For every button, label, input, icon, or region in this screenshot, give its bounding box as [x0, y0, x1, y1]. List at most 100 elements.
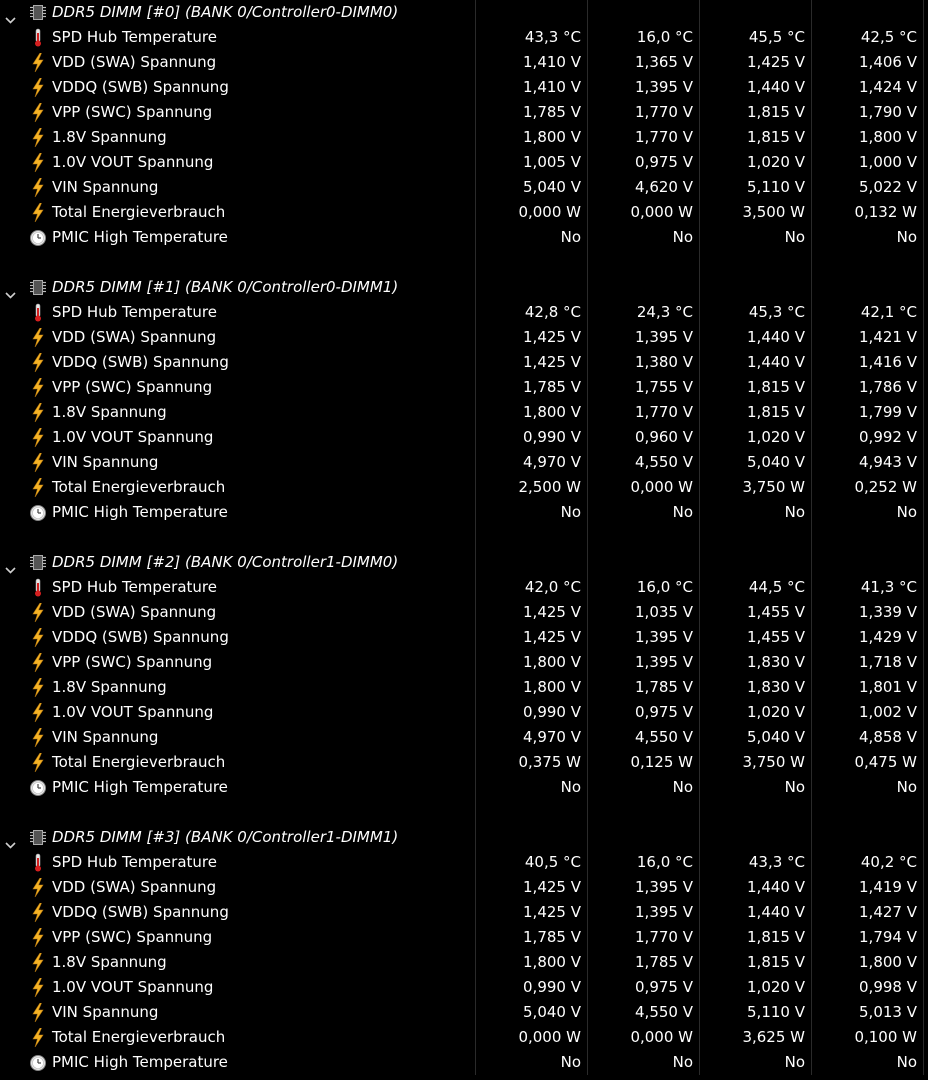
- sensor-value: 1,800 V: [523, 128, 581, 146]
- sensor-label: SPD Hub Temperature: [52, 28, 217, 46]
- sensor-row[interactable]: PMIC High Temperature No No No No: [0, 500, 928, 525]
- sensor-value: 4,970 V: [523, 728, 581, 746]
- sensor-row[interactable]: 1.0V VOUT Spannung 0,990 V 0,975 V 1,020 V 1…: [0, 700, 928, 725]
- sensor-value: No: [560, 1053, 581, 1071]
- clock-gauge-icon: [29, 778, 47, 797]
- sensor-row[interactable]: 1.0V VOUT Spannung 1,005 V 0,975 V 1,020 V 1…: [0, 150, 928, 175]
- sensor-value: 42,1 °C: [860, 303, 917, 321]
- sensor-label: PMIC High Temperature: [52, 228, 228, 246]
- lightning-bolt-icon: [29, 702, 47, 723]
- group-header[interactable]: DDR5 DIMM [#1] (BANK 0/Controller0-DIMM1…: [0, 275, 928, 300]
- sensor-row[interactable]: 1.8V Spannung 1,800 V 1,770 V 1,815 V 1,799 …: [0, 400, 928, 425]
- lightning-bolt-icon: [29, 727, 47, 748]
- sensor-row[interactable]: VDD (SWA) Spannung 1,425 V 1,395 V 1,440 V 1…: [0, 875, 928, 900]
- sensor-row[interactable]: VPP (SWC) Spannung 1,785 V 1,770 V 1,815 V 1…: [0, 100, 928, 125]
- sensor-value: 5,110 V: [747, 1003, 805, 1021]
- sensor-row[interactable]: 1.0V VOUT Spannung 0,990 V 0,975 V 1,020 V 0…: [0, 975, 928, 1000]
- sensor-row[interactable]: Total Energieverbrauch 0,375 W 0,125 W 3,75…: [0, 750, 928, 775]
- sensor-table: DDR5 DIMM [#0] (BANK 0/Controller0-DIMM0…: [0, 0, 928, 1075]
- sensor-value: No: [896, 503, 917, 521]
- sensor-row[interactable]: PMIC High Temperature No No No No: [0, 1050, 928, 1075]
- sensor-value: 1,395 V: [635, 328, 693, 346]
- sensor-row[interactable]: VDD (SWA) Spannung 1,425 V 1,035 V 1,455 V 1…: [0, 600, 928, 625]
- sensor-value: 4,970 V: [523, 453, 581, 471]
- lightning-bolt-icon: [29, 202, 47, 223]
- sensor-row[interactable]: VDDQ (SWB) Spannung 1,425 V 1,380 V 1,440 V…: [0, 350, 928, 375]
- sensor-label: 1.8V Spannung: [52, 953, 167, 971]
- sensor-label: VDD (SWA) Spannung: [52, 53, 217, 71]
- sensor-row[interactable]: VPP (SWC) Spannung 1,800 V 1,395 V 1,830 V 1…: [0, 650, 928, 675]
- sensor-value: 1,424 V: [859, 78, 917, 96]
- sensor-row[interactable]: VDD (SWA) Spannung 1,410 V 1,365 V 1,425 V 1…: [0, 50, 928, 75]
- thermometer-icon: [29, 578, 47, 597]
- group-title: DDR5 DIMM [#1] (BANK 0/Controller0-DIMM1…: [52, 278, 399, 296]
- sensor-value: 1,785 V: [523, 378, 581, 396]
- lightning-bolt-icon: [29, 52, 47, 73]
- sensor-value: 0,125 W: [630, 753, 693, 771]
- sensor-value: 1,794 V: [859, 928, 917, 946]
- sensor-value: 1,785 V: [523, 928, 581, 946]
- sensor-value: 1,770 V: [635, 928, 693, 946]
- sensor-row[interactable]: Total Energieverbrauch 0,000 W 0,000 W 3,62…: [0, 1025, 928, 1050]
- chevron-down-icon[interactable]: [5, 558, 16, 574]
- sensor-row[interactable]: VPP (SWC) Spannung 1,785 V 1,770 V 1,815 V 1…: [0, 925, 928, 950]
- sensor-value: 4,858 V: [859, 728, 917, 746]
- sensor-row[interactable]: 1.8V Spannung 1,800 V 1,785 V 1,815 V 1,800 …: [0, 950, 928, 975]
- sensor-value: 1,770 V: [635, 128, 693, 146]
- sensor-row[interactable]: VIN Spannung 5,040 V 4,620 V 5,110 V 5,022 V: [0, 175, 928, 200]
- sensor-label: VDD (SWA) Spannung: [52, 328, 217, 346]
- sensor-group: DDR5 DIMM [#1] (BANK 0/Controller0-DIMM1…: [0, 275, 928, 550]
- chevron-down-icon[interactable]: [5, 8, 16, 24]
- sensor-value: 1,815 V: [747, 378, 805, 396]
- sensor-value: 42,8 °C: [524, 303, 581, 321]
- sensor-value: 5,110 V: [747, 178, 805, 196]
- sensor-label: VDDQ (SWB) Spannung: [52, 353, 229, 371]
- sensor-row[interactable]: PMIC High Temperature No No No No: [0, 775, 928, 800]
- sensor-row[interactable]: 1.0V VOUT Spannung 0,990 V 0,960 V 1,020 V 0…: [0, 425, 928, 450]
- sensor-row[interactable]: SPD Hub Temperature 43,3 °C 16,0 °C 45,5 °C…: [0, 25, 928, 50]
- group-header[interactable]: DDR5 DIMM [#3] (BANK 0/Controller1-DIMM1…: [0, 825, 928, 850]
- sensor-value: 45,3 °C: [748, 303, 805, 321]
- sensor-label: 1.0V VOUT Spannung: [52, 428, 214, 446]
- sensor-value: 3,625 W: [742, 1028, 805, 1046]
- lightning-bolt-icon: [29, 1002, 47, 1023]
- sensor-group: DDR5 DIMM [#2] (BANK 0/Controller1-DIMM0…: [0, 550, 928, 825]
- sensor-row[interactable]: SPD Hub Temperature 42,0 °C 16,0 °C 44,5 °C…: [0, 575, 928, 600]
- sensor-row[interactable]: VDDQ (SWB) Spannung 1,425 V 1,395 V 1,440 V…: [0, 900, 928, 925]
- group-header[interactable]: DDR5 DIMM [#0] (BANK 0/Controller0-DIMM0…: [0, 0, 928, 25]
- sensor-row[interactable]: 1.8V Spannung 1,800 V 1,770 V 1,815 V 1,800 …: [0, 125, 928, 150]
- sensor-row[interactable]: VDDQ (SWB) Spannung 1,410 V 1,395 V 1,440 V…: [0, 75, 928, 100]
- sensor-label: 1.0V VOUT Spannung: [52, 153, 214, 171]
- sensor-row[interactable]: VPP (SWC) Spannung 1,785 V 1,755 V 1,815 V 1…: [0, 375, 928, 400]
- lightning-bolt-icon: [29, 1027, 47, 1048]
- sensor-value: No: [560, 503, 581, 521]
- lightning-bolt-icon: [29, 652, 47, 673]
- sensor-value: 16,0 °C: [636, 28, 693, 46]
- sensor-value: 42,5 °C: [860, 28, 917, 46]
- sensor-row[interactable]: PMIC High Temperature No No No No: [0, 225, 928, 250]
- sensor-label: SPD Hub Temperature: [52, 853, 217, 871]
- sensor-value: 1,800 V: [523, 953, 581, 971]
- sensor-value: 42,0 °C: [524, 578, 581, 596]
- sensor-row[interactable]: VDD (SWA) Spannung 1,425 V 1,395 V 1,440 V 1…: [0, 325, 928, 350]
- sensor-row[interactable]: VIN Spannung 4,970 V 4,550 V 5,040 V 4,858 V: [0, 725, 928, 750]
- sensor-value: 0,990 V: [523, 703, 581, 721]
- sensor-value: 1,800 V: [523, 678, 581, 696]
- sensor-row[interactable]: 1.8V Spannung 1,800 V 1,785 V 1,830 V 1,801 …: [0, 675, 928, 700]
- sensor-row[interactable]: Total Energieverbrauch 2,500 W 0,000 W 3,75…: [0, 475, 928, 500]
- thermometer-icon: [29, 28, 47, 47]
- sensor-value: 1,406 V: [859, 53, 917, 71]
- sensor-row[interactable]: SPD Hub Temperature 40,5 °C 16,0 °C 43,3 °C…: [0, 850, 928, 875]
- chevron-down-icon[interactable]: [5, 833, 16, 849]
- chevron-down-icon[interactable]: [5, 283, 16, 299]
- sensor-value: 4,550 V: [635, 453, 693, 471]
- group-header[interactable]: DDR5 DIMM [#2] (BANK 0/Controller1-DIMM0…: [0, 550, 928, 575]
- sensor-value: 5,022 V: [859, 178, 917, 196]
- sensor-row[interactable]: VDDQ (SWB) Spannung 1,425 V 1,395 V 1,455 V…: [0, 625, 928, 650]
- sensor-row[interactable]: VIN Spannung 4,970 V 4,550 V 5,040 V 4,943 V: [0, 450, 928, 475]
- sensor-row[interactable]: Total Energieverbrauch 0,000 W 0,000 W 3,50…: [0, 200, 928, 225]
- sensor-row[interactable]: VIN Spannung 5,040 V 4,550 V 5,110 V 5,013 V: [0, 1000, 928, 1025]
- sensor-value: 1,801 V: [859, 678, 917, 696]
- sensor-row[interactable]: SPD Hub Temperature 42,8 °C 24,3 °C 45,3 °C…: [0, 300, 928, 325]
